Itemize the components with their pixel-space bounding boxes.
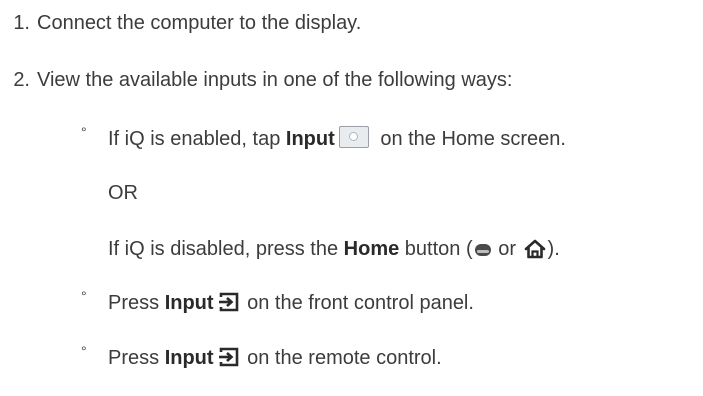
option-text: Press [108,347,165,369]
list-bullet: ° [81,343,87,359]
input-label: Input [164,347,214,369]
home-pill-icon [474,244,491,256]
option-text: If iQ is disabled, press the [108,238,344,260]
input-label: Input [164,292,214,314]
input-tile-icon [338,126,369,148]
option-text: on the Home screen. [374,128,566,150]
option-text: on the remote control. [241,347,442,369]
option-text: on the front control panel. [241,292,474,314]
option-text: or [492,238,522,260]
option-text: button ( [399,238,473,260]
input-arrow-icon [218,292,238,312]
step-number: 1. [13,12,30,34]
option-front-panel: Press Input on the front control panel. [108,290,474,316]
home-label: Home [343,238,400,260]
option-iq-disabled: If iQ is disabled, press the Home button… [108,236,560,262]
input-label: Input [285,128,335,150]
option-text: Press [108,292,165,314]
step-text: Connect the computer to the display. [37,12,362,34]
instructions-document: 1. Connect the computer to the display. … [0,0,703,396]
input-arrow-icon [218,347,238,367]
step-text: View the available inputs in one of the … [37,69,513,91]
list-bullet: ° [81,288,87,304]
step-number: 2. [13,69,30,91]
list-bullet: ° [81,124,87,140]
option-iq-enabled: If iQ is enabled, tap Input on the Home … [108,126,566,152]
home-outline-icon [524,239,545,259]
or-separator: OR [108,182,138,204]
option-remote: Press Input on the remote control. [108,345,442,371]
option-text: ). [547,238,560,260]
option-text: If iQ is enabled, tap [108,128,286,150]
